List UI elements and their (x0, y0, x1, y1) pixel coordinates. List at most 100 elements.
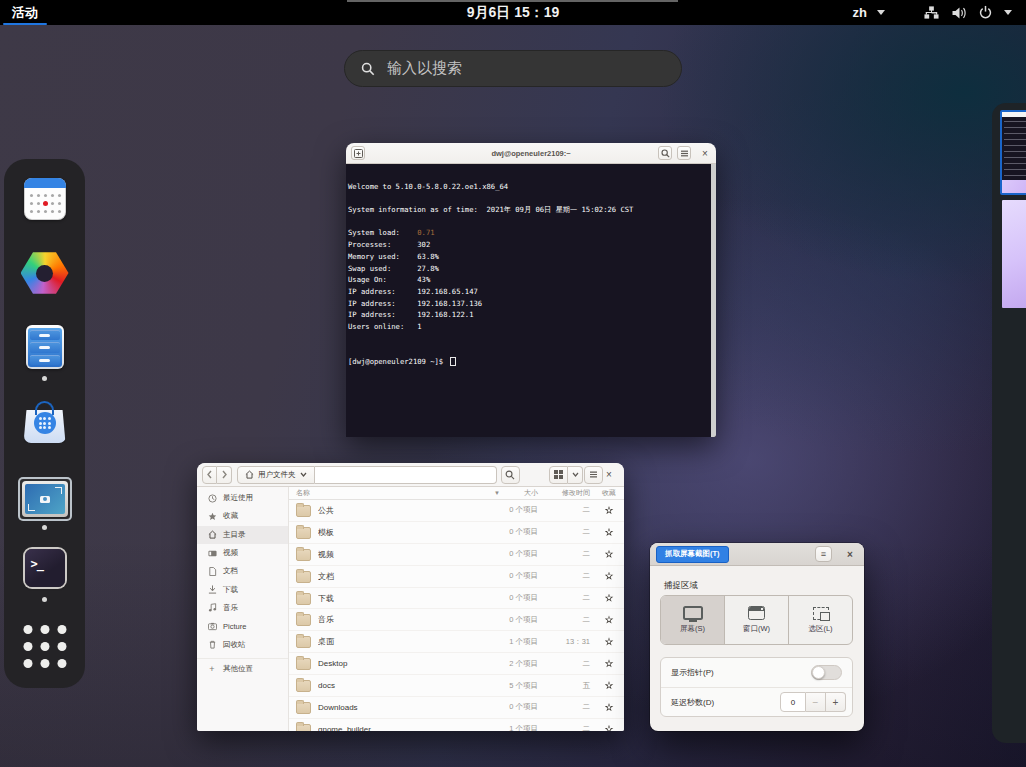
files-search-button[interactable] (501, 466, 520, 484)
star-toggle[interactable]: ☆ (596, 571, 622, 581)
file-row-desktop-zh[interactable]: 桌面1 个项目13：31☆ (289, 631, 624, 653)
sidebar-item-pictures[interactable]: Picture (197, 617, 288, 635)
view-options-button[interactable] (568, 466, 583, 484)
star-toggle[interactable]: ☆ (596, 505, 622, 515)
screenshot-app-icon[interactable] (18, 477, 72, 521)
terminal-app-icon[interactable]: >_ (25, 549, 65, 587)
terminal-menu-button[interactable] (677, 146, 691, 160)
workspace-switcher (992, 103, 1026, 743)
sidebar-item-starred[interactable]: 收藏 (197, 507, 288, 525)
top-bar: 活动 9月6日 15：19 zh (0, 0, 1026, 25)
star-toggle[interactable]: ☆ (596, 681, 622, 691)
selection-icon (813, 607, 829, 620)
delay-increase-button[interactable]: + (826, 692, 846, 712)
folder-icon (296, 636, 311, 648)
terminal-running-dot (42, 597, 47, 602)
take-screenshot-button[interactable]: 抓取屏幕截图(T) (656, 546, 729, 563)
star-toggle[interactable]: ☆ (596, 659, 622, 669)
files-sidebar: 最近使用 收藏 主目录 视频 文档 下载 音乐 Picture 回收站 +其他位… (197, 487, 289, 731)
language-indicator[interactable]: zh (853, 5, 867, 20)
star-toggle[interactable]: ☆ (596, 527, 622, 537)
capture-mode-segment: 屏幕(S) 窗口(W) 选区(L) (660, 595, 853, 645)
options-card: 显示指针(P) 延迟秒数(D) 0 − + (660, 657, 853, 717)
file-row-docs[interactable]: docs5 个项目五☆ (289, 675, 624, 697)
show-pointer-row: 显示指针(P) (661, 658, 852, 687)
folder-icon (296, 505, 311, 517)
screenshot-dialog-titlebar: 抓取屏幕截图(T) ≡ × (650, 543, 864, 566)
star-toggle[interactable]: ☆ (596, 637, 622, 647)
files-close-button[interactable]: × (602, 468, 616, 482)
window-icon (748, 606, 765, 620)
show-pointer-toggle[interactable] (811, 665, 842, 680)
files-app-icon[interactable] (26, 325, 64, 369)
dialog-close-button[interactable]: × (843, 547, 857, 561)
file-row-videos[interactable]: 视频0 个项目二☆ (289, 544, 624, 566)
volume-icon (950, 4, 967, 21)
file-row-templates[interactable]: 模板0 个项目二☆ (289, 522, 624, 544)
file-row-public[interactable]: 公共0 个项目二☆ (289, 500, 624, 522)
terminal-cursor (450, 357, 456, 366)
terminal-window[interactable]: dwj@openeuler2109:~ × Welcome to 5.10.0-… (346, 143, 716, 437)
files-window[interactable]: 用户文件夹 × 最近使用 收藏 主目录 视频 文档 下载 音乐 Picture (197, 463, 624, 731)
sidebar-item-recent[interactable]: 最近使用 (197, 489, 288, 507)
folder-icon (296, 571, 311, 583)
files-menu-button[interactable] (584, 466, 603, 484)
file-row-downloads[interactable]: Downloads0 个项目二☆ (289, 697, 624, 719)
show-applications-button[interactable] (23, 625, 66, 668)
files-toolbar: 用户文件夹 × (197, 463, 624, 487)
sidebar-item-documents[interactable]: 文档 (197, 562, 288, 580)
screenshot-dialog[interactable]: 抓取屏幕截图(T) ≡ × 捕捉区域 屏幕(S) 窗口(W) 选区(L) 显示指… (650, 543, 864, 731)
dock: >_ (4, 159, 85, 688)
file-row-desktop[interactable]: Desktop2 个项目二☆ (289, 653, 624, 675)
folder-icon (296, 549, 311, 561)
system-status-area[interactable]: zh (853, 0, 1012, 25)
delay-decrease-button[interactable]: − (806, 692, 826, 712)
file-row-music[interactable]: 音乐0 个项目二☆ (289, 609, 624, 631)
search-bar[interactable]: 输入以搜索 (344, 50, 682, 87)
terminal-close-button[interactable]: × (698, 146, 712, 160)
terminal-output: Welcome to 5.10.0-5.8.0.22.oe1.x86_64 Sy… (348, 169, 708, 368)
file-row-documents[interactable]: 文档0 个项目二☆ (289, 566, 624, 588)
sidebar-item-videos[interactable]: 视频 (197, 544, 288, 562)
star-toggle[interactable]: ☆ (596, 549, 622, 559)
delay-spinbox: 0 − + (780, 692, 846, 712)
folder-icon (296, 658, 311, 670)
sort-descending-icon: ▼ (494, 490, 508, 496)
search-icon (361, 62, 375, 76)
calendar-app-icon[interactable] (24, 178, 66, 220)
breadcrumb[interactable]: 用户文件夹 (237, 466, 315, 484)
sidebar-item-other-locations[interactable]: +其他位置 (197, 658, 288, 676)
star-toggle[interactable]: ☆ (596, 593, 622, 603)
terminal-titlebar[interactable]: dwj@openeuler2109:~ × (346, 143, 716, 164)
star-toggle[interactable]: ☆ (596, 724, 622, 731)
workspace-thumbnail-active[interactable] (1000, 110, 1026, 195)
top-highlight-line (347, 0, 678, 2)
sidebar-item-trash[interactable]: 回收站 (197, 635, 288, 653)
software-app-icon[interactable] (23, 400, 67, 444)
sidebar-item-home[interactable]: 主目录 (197, 526, 288, 544)
star-toggle[interactable]: ☆ (596, 615, 622, 625)
system-menu-caret-icon (1004, 10, 1012, 15)
photos-app-icon[interactable] (21, 250, 69, 296)
mode-screen-button[interactable]: 屏幕(S) (661, 596, 725, 644)
mode-selection-button[interactable]: 选区(L) (789, 596, 852, 644)
mode-window-button[interactable]: 窗口(W) (725, 596, 789, 644)
sidebar-item-music[interactable]: 音乐 (197, 599, 288, 617)
forward-button[interactable] (217, 466, 232, 484)
capture-area-label: 捕捉区域 (664, 580, 698, 592)
terminal-search-button[interactable] (658, 146, 672, 160)
terminal-scrollbar[interactable] (711, 164, 716, 437)
view-grid-button[interactable] (549, 466, 568, 484)
delay-value[interactable]: 0 (780, 692, 806, 712)
dialog-menu-button[interactable]: ≡ (815, 546, 832, 562)
folder-icon (296, 593, 311, 605)
back-button[interactable] (202, 466, 217, 484)
location-bar[interactable] (315, 466, 497, 484)
file-row-downloads-zh[interactable]: 下载0 个项目二☆ (289, 588, 624, 610)
star-toggle[interactable]: ☆ (596, 702, 622, 712)
files-list: 名称 ▼ 大小 修改时间 收藏 公共0 个项目二☆ 模板0 个项目二☆ 视频0 … (289, 487, 624, 731)
workspace-thumbnail-2[interactable] (1002, 200, 1026, 308)
sidebar-item-downloads[interactable]: 下载 (197, 580, 288, 598)
file-row-gnome-builder[interactable]: gnome_builder1 个项目二☆ (289, 719, 624, 731)
files-list-header[interactable]: 名称 ▼ 大小 修改时间 收藏 (289, 487, 624, 500)
